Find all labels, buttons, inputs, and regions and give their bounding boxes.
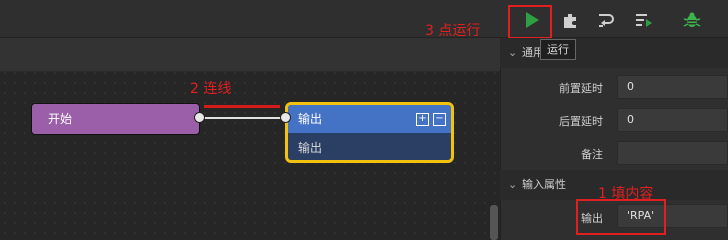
post-delay-input[interactable]: 0 (617, 108, 728, 132)
expand-icon[interactable]: + (416, 113, 429, 126)
app-window: 开始 输出 + − 输出 2 连线 3 点运行 ⌄ 通用 运行 前置延时 0 后置… (0, 0, 728, 240)
start-node[interactable]: 开始 (31, 103, 200, 135)
run-highlight-box (508, 5, 552, 39)
post-delay-label: 后置延时 (559, 115, 603, 128)
bug-icon (683, 12, 701, 27)
debug-button[interactable] (680, 8, 704, 32)
list-run-icon (636, 14, 652, 27)
plugin-button[interactable] (558, 8, 582, 32)
chevron-down-icon: ⌄ (508, 46, 518, 59)
list-run-button[interactable] (632, 8, 656, 32)
output-node-title: 输出 (298, 112, 323, 126)
annotation-step3: 3 点运行 (425, 23, 481, 39)
remark-input[interactable] (617, 141, 728, 165)
start-node-output-port[interactable] (194, 112, 205, 123)
canvas-header-strip (0, 38, 500, 72)
general-section-header[interactable]: ⌄ 通用 (500, 38, 728, 68)
connection-wire[interactable] (200, 117, 285, 119)
output-node-header: 输出 + − (288, 105, 451, 133)
output-node[interactable]: 输出 + − 输出 (285, 102, 454, 163)
input-highlight-box (576, 199, 666, 235)
collapse-icon[interactable]: − (433, 113, 446, 126)
output-node-body: 输出 (288, 133, 451, 160)
output-node-field: 输出 (298, 141, 323, 155)
annotation-step2: 2 连线 (190, 81, 232, 97)
chevron-down-icon: ⌄ (508, 178, 518, 191)
remark-label: 备注 (581, 148, 603, 161)
canvas-scrollbar[interactable] (490, 205, 498, 240)
input-section-title: 输入属性 (522, 178, 566, 191)
pre-delay-label: 前置延时 (559, 82, 603, 95)
toolbar (0, 0, 728, 38)
start-node-label: 开始 (48, 112, 73, 126)
step-over-icon (599, 14, 614, 27)
step-over-button[interactable] (594, 8, 618, 32)
annotation-underline (204, 105, 280, 108)
output-node-input-port[interactable] (280, 112, 291, 123)
pre-delay-input[interactable]: 0 (617, 75, 728, 99)
run-tooltip: 运行 (540, 39, 576, 60)
plugin-icon (564, 14, 576, 28)
